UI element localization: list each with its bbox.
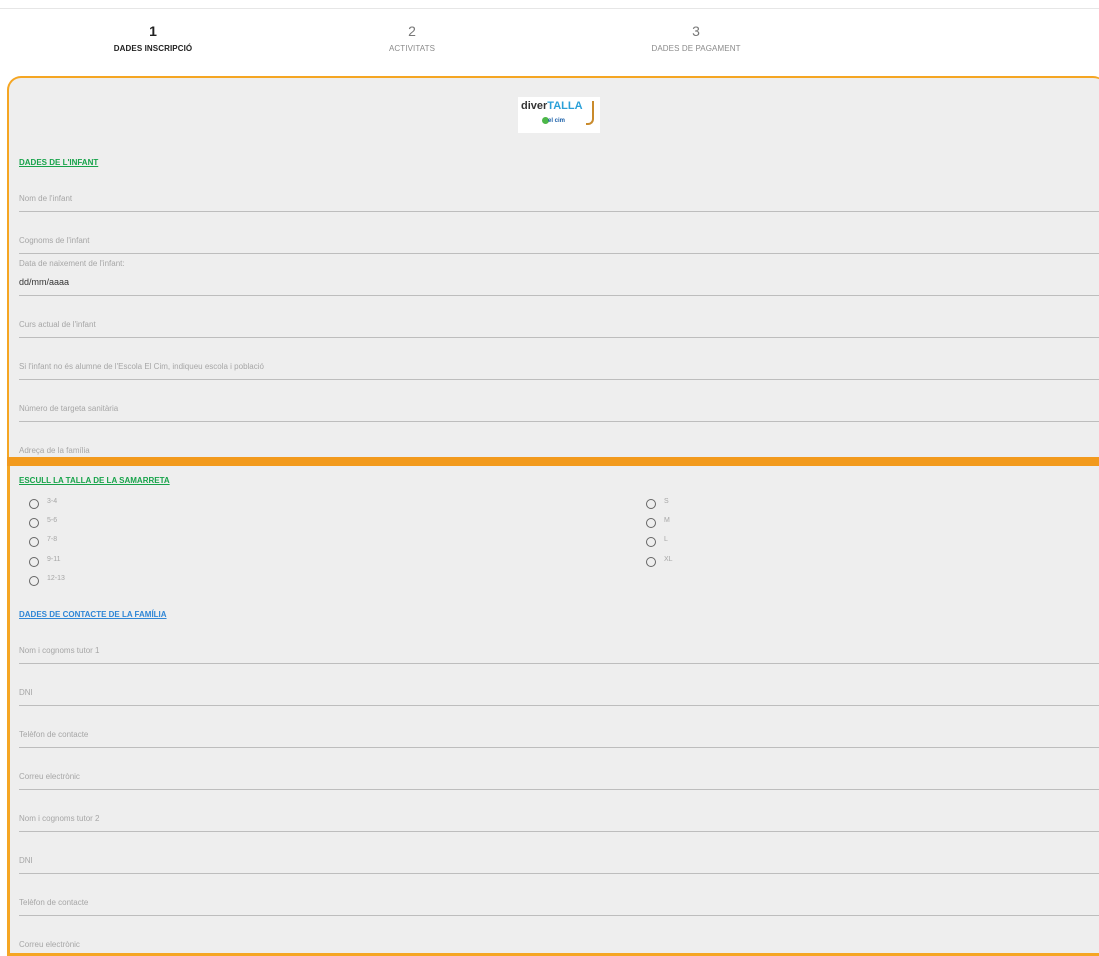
field-placeholder: Nom de l'infant bbox=[19, 194, 73, 203]
broom-icon bbox=[586, 101, 594, 125]
section-separator bbox=[7, 457, 1099, 466]
field-placeholder: Nom i cognoms tutor 1 bbox=[19, 646, 100, 655]
tutor2-dni-field[interactable]: DNI bbox=[19, 846, 1099, 874]
step-label: DADES INSCRIPCIÓ bbox=[113, 44, 193, 53]
targeta-sanitaria-field[interactable]: Número de targeta sanitària bbox=[19, 394, 1099, 422]
field-placeholder: Correu electrònic bbox=[19, 940, 80, 949]
tutor2-telefon-field[interactable]: Telèfon de contacte bbox=[19, 888, 1099, 916]
radio-label: XL bbox=[664, 556, 673, 563]
section-title-infant: DADES DE L'INFANT bbox=[19, 158, 99, 167]
radio-circle-icon bbox=[29, 518, 39, 528]
logo-text: diver bbox=[521, 100, 548, 112]
step-activitats[interactable]: 2 ACTIVITATS bbox=[312, 22, 512, 53]
radio-label: 12-13 bbox=[47, 575, 65, 582]
nom-infant-field[interactable]: Nom de l'infant bbox=[19, 184, 1099, 212]
cognoms-infant-field[interactable]: Cognoms de l'infant bbox=[19, 226, 1099, 254]
radio-label: 9-11 bbox=[47, 556, 61, 563]
form-panel-bottom bbox=[7, 466, 1099, 956]
adreca-familia-field[interactable]: Adreça de la família bbox=[19, 436, 1099, 456]
logo-subtext: el cim bbox=[548, 118, 566, 124]
radio-label: 3-4 bbox=[47, 498, 58, 505]
tutor2-nom-field[interactable]: Nom i cognoms tutor 2 bbox=[19, 804, 1099, 832]
step-dades-pagament[interactable]: 3 DADES DE PAGAMENT bbox=[596, 22, 796, 53]
radio-circle-icon bbox=[646, 537, 656, 547]
radio-label: S bbox=[664, 498, 669, 505]
section-title-familia: DADES DE CONTACTE DE LA FAMÍLIA bbox=[19, 610, 167, 619]
field-placeholder: Si l'infant no és alumne de l'Escola El … bbox=[19, 362, 264, 371]
field-placeholder: Telèfon de contacte bbox=[19, 730, 89, 739]
data-naixement-field[interactable]: Data de naixement de l'infant: dd/mm/aaa… bbox=[19, 256, 1099, 296]
radio-circle-icon bbox=[29, 499, 39, 509]
curs-actual-field[interactable]: Curs actual de l'infant bbox=[19, 310, 1099, 338]
divertalla-logo: diverTALLA el cim bbox=[518, 97, 600, 133]
radio-circle-icon bbox=[646, 499, 656, 509]
tutor1-correu-field[interactable]: Correu electrònic bbox=[19, 762, 1099, 790]
tutor1-dni-field[interactable]: DNI bbox=[19, 678, 1099, 706]
step-number: 2 bbox=[408, 23, 416, 39]
radio-label: M bbox=[664, 517, 670, 524]
top-divider bbox=[0, 8, 1099, 9]
section-title-samarreta: ESCULL LA TALLA DE LA SAMARRETA bbox=[19, 476, 170, 485]
escola-poblacio-field[interactable]: Si l'infant no és alumne de l'Escola El … bbox=[19, 352, 1099, 380]
step-label: DADES DE PAGAMENT bbox=[651, 44, 741, 53]
radio-circle-icon bbox=[646, 557, 656, 567]
logo-text-colored: TALLA bbox=[547, 100, 583, 112]
radio-circle-icon bbox=[646, 518, 656, 528]
field-placeholder: DNI bbox=[19, 856, 33, 865]
field-placeholder: DNI bbox=[19, 688, 33, 697]
field-placeholder: Nom i cognoms tutor 2 bbox=[19, 814, 100, 823]
step-label: ACTIVITATS bbox=[388, 44, 436, 53]
step-number: 1 bbox=[149, 23, 157, 39]
radio-label: 7-8 bbox=[47, 536, 58, 543]
tutor2-correu-field[interactable]: Correu electrònic bbox=[19, 930, 1099, 952]
field-label: Data de naixement de l'infant: bbox=[19, 259, 125, 268]
step-dades-inscripcio[interactable]: 1 DADES INSCRIPCIÓ bbox=[53, 22, 253, 53]
field-placeholder: Curs actual de l'infant bbox=[19, 320, 96, 329]
field-placeholder: Adreça de la família bbox=[19, 446, 90, 455]
step-number: 3 bbox=[692, 23, 700, 39]
field-placeholder: Cognoms de l'infant bbox=[19, 236, 90, 245]
radio-circle-icon bbox=[29, 576, 39, 586]
date-value: dd/mm/aaaa bbox=[19, 277, 70, 287]
radio-label: 5-6 bbox=[47, 517, 58, 524]
tutor1-telefon-field[interactable]: Telèfon de contacte bbox=[19, 720, 1099, 748]
field-placeholder: Número de targeta sanitària bbox=[19, 404, 119, 413]
radio-label: L bbox=[664, 536, 668, 543]
field-placeholder: Telèfon de contacte bbox=[19, 898, 89, 907]
tutor1-nom-field[interactable]: Nom i cognoms tutor 1 bbox=[19, 636, 1099, 664]
radio-circle-icon bbox=[29, 557, 39, 567]
field-placeholder: Correu electrònic bbox=[19, 772, 80, 781]
radio-circle-icon bbox=[29, 537, 39, 547]
